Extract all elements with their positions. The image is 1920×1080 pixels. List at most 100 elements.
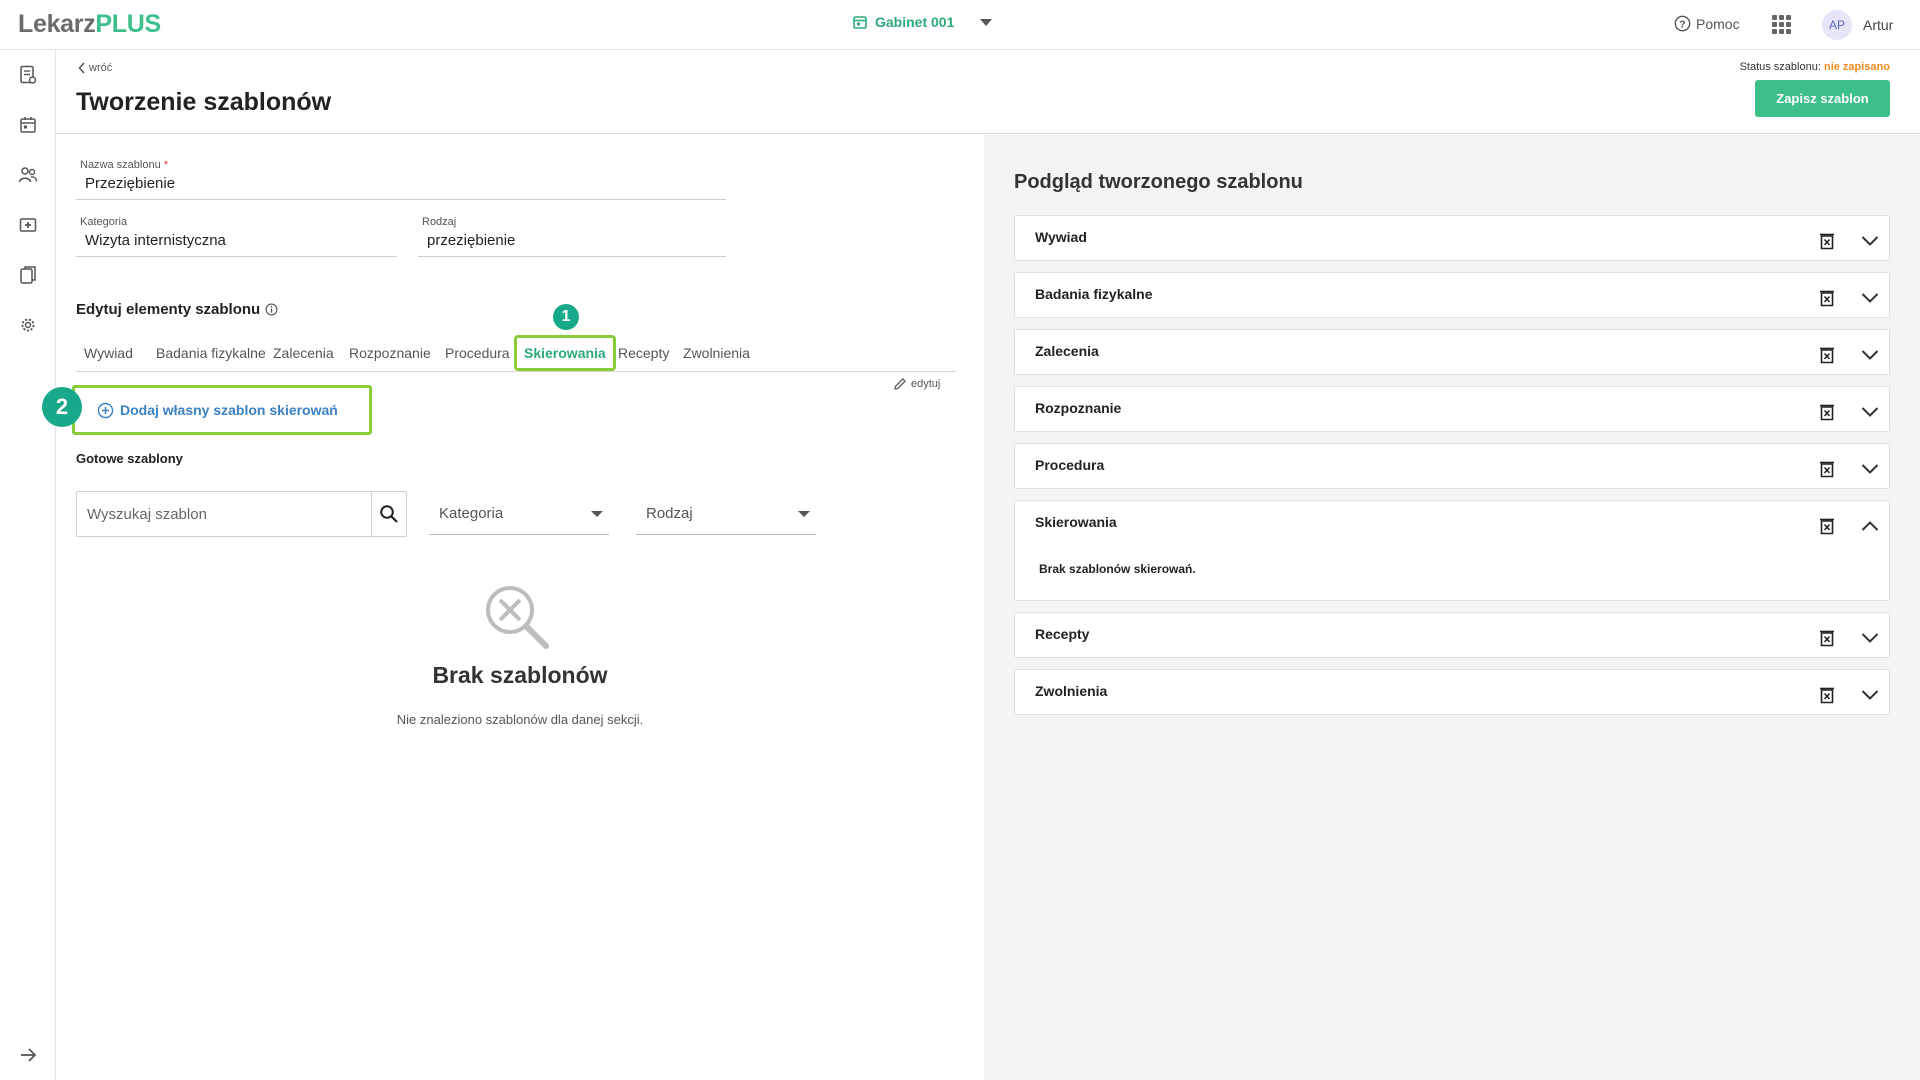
delete-icon[interactable] bbox=[1819, 346, 1835, 364]
avatar[interactable]: AP bbox=[1822, 10, 1852, 40]
tab-recepty[interactable]: Recepty bbox=[618, 335, 669, 371]
chevron-down-icon bbox=[798, 511, 810, 517]
chevron-up-icon[interactable] bbox=[1861, 519, 1879, 531]
preview-section-rozpoznanie[interactable]: Rozpoznanie bbox=[1014, 386, 1890, 432]
search-icon bbox=[380, 505, 398, 523]
copy-icon[interactable] bbox=[17, 264, 39, 286]
calendar-icon bbox=[853, 16, 867, 29]
empty-state-subtitle: Nie znaleziono szablonów dla danej sekcj… bbox=[396, 712, 644, 727]
back-link[interactable]: wróć bbox=[78, 62, 112, 74]
delete-icon[interactable] bbox=[1819, 686, 1835, 704]
template-name-field[interactable]: Nazwa szablonu * Przeziębienie bbox=[76, 155, 726, 200]
delete-icon[interactable] bbox=[1819, 517, 1835, 535]
category-value: Wizyta internistyczna bbox=[85, 232, 226, 249]
preview-section-zalecenia[interactable]: Zalecenia bbox=[1014, 329, 1890, 375]
arrow-right-icon[interactable] bbox=[17, 1044, 39, 1066]
help-link[interactable]: ? Pomoc bbox=[1674, 15, 1740, 32]
info-icon[interactable] bbox=[265, 303, 278, 316]
delete-icon[interactable] bbox=[1819, 289, 1835, 307]
preview-section-title: Zalecenia bbox=[1035, 343, 1099, 359]
chevron-down-icon[interactable] bbox=[1861, 234, 1879, 246]
preview-section-wywiad[interactable]: Wywiad bbox=[1014, 215, 1890, 261]
gear-icon[interactable] bbox=[17, 314, 39, 336]
edit-label: edytuj bbox=[911, 378, 941, 390]
template-search-input[interactable]: Wyszukaj szablon bbox=[76, 491, 407, 537]
sidebar bbox=[0, 50, 56, 1080]
preview-section-title: Rozpoznanie bbox=[1035, 400, 1122, 416]
back-label: wróć bbox=[89, 62, 113, 74]
edit-link[interactable]: edytuj bbox=[893, 377, 940, 391]
delete-icon[interactable] bbox=[1819, 629, 1835, 647]
delete-icon[interactable] bbox=[1819, 232, 1835, 250]
tab-rozpoznanie[interactable]: Rozpoznanie bbox=[349, 335, 431, 371]
cabinet-selector[interactable]: Gabinet 001 bbox=[853, 14, 993, 30]
preview-section-title: Badania fizykalne bbox=[1035, 286, 1153, 302]
preview-section-title: Recepty bbox=[1035, 626, 1090, 642]
user-name[interactable]: Artur bbox=[1863, 17, 1893, 33]
preview-section-zwolnienia[interactable]: Zwolnienia bbox=[1014, 669, 1890, 715]
chevron-down-icon[interactable] bbox=[1861, 462, 1879, 474]
chevron-down-icon[interactable] bbox=[1861, 631, 1879, 643]
template-name-label-text: Nazwa szablonu bbox=[80, 159, 161, 171]
preview-title: Podgląd tworzonego szablonu bbox=[1014, 171, 1303, 193]
preview-section-title: Skierowania bbox=[1035, 514, 1117, 530]
chevron-down-icon[interactable] bbox=[1861, 348, 1879, 360]
tab-badania-fizykalne[interactable]: Badania fizykalne bbox=[156, 335, 266, 371]
search-placeholder: Wyszukaj szablon bbox=[87, 506, 207, 523]
template-name-value: Przeziębienie bbox=[85, 175, 176, 192]
logo-part1: Lekarz bbox=[18, 10, 96, 38]
template-editor-panel: Nazwa szablonu * Przeziębienie Kategoria… bbox=[42, 135, 984, 1080]
step-marker-2: 2 bbox=[42, 387, 82, 427]
status-label: Status szablonu: bbox=[1739, 61, 1821, 73]
tab-skierowania[interactable]: Skierowania bbox=[514, 335, 616, 371]
chevron-down-icon[interactable] bbox=[1861, 405, 1879, 417]
help-label: Pomoc bbox=[1696, 15, 1740, 32]
svg-text:?: ? bbox=[1679, 18, 1685, 30]
kind-select[interactable]: Rodzaj bbox=[636, 491, 816, 535]
category-select-value: Kategoria bbox=[439, 505, 504, 522]
save-template-button[interactable]: Zapisz szablon bbox=[1755, 80, 1890, 117]
chevron-down-icon[interactable] bbox=[1861, 688, 1879, 700]
preview-section-title: Wywiad bbox=[1035, 229, 1087, 245]
tab-procedura[interactable]: Procedura bbox=[445, 335, 510, 371]
category-field[interactable]: Kategoria Wizyta internistyczna bbox=[76, 212, 397, 257]
preview-section-title: Procedura bbox=[1035, 457, 1105, 473]
delete-icon[interactable] bbox=[1819, 460, 1835, 478]
add-own-template-button[interactable]: Dodaj własny szablon skierowań bbox=[72, 385, 372, 435]
category-select[interactable]: Kategoria bbox=[429, 491, 609, 535]
page-title: Tworzenie szablonów bbox=[76, 88, 332, 116]
top-bar: LekarzPLUS Gabinet 001 ? Pomoc AP Artur bbox=[0, 0, 1920, 50]
calendar-icon[interactable] bbox=[17, 114, 39, 136]
empty-state-title: Brak szablonów bbox=[432, 662, 608, 688]
kind-label: Rodzaj bbox=[422, 216, 457, 228]
help-icon: ? bbox=[1674, 15, 1691, 32]
apps-grid-icon[interactable] bbox=[1772, 15, 1791, 34]
category-label: Kategoria bbox=[80, 216, 128, 228]
step-marker-1: 1 bbox=[553, 304, 579, 330]
kind-select-value: Rodzaj bbox=[646, 505, 693, 522]
users-icon[interactable] bbox=[17, 164, 39, 186]
chevron-down-icon[interactable] bbox=[1861, 291, 1879, 303]
edit-elements-title: Edytuj elementy szablonu bbox=[76, 301, 278, 318]
tab-zwolnienia[interactable]: Zwolnienia bbox=[683, 335, 750, 371]
logo-part2: PLUS bbox=[95, 10, 161, 38]
tab-wywiad[interactable]: Wywiad bbox=[84, 335, 133, 371]
kind-value: przeziębienie bbox=[427, 232, 516, 249]
preview-section-recepty[interactable]: Recepty bbox=[1014, 612, 1890, 658]
cabinet-name: Gabinet 001 bbox=[875, 14, 955, 30]
app-logo[interactable]: LekarzPLUS bbox=[18, 10, 161, 39]
search-button[interactable] bbox=[371, 492, 406, 536]
tab-zalecenia[interactable]: Zalecenia bbox=[273, 335, 334, 371]
kind-field[interactable]: Rodzaj przeziębienie bbox=[418, 212, 726, 257]
ready-templates-title: Gotowe szablony bbox=[76, 451, 183, 466]
template-name-label: Nazwa szablonu * bbox=[80, 159, 168, 171]
preview-section-skierowania[interactable]: Skierowania Brak szablonów skierowań. bbox=[1014, 500, 1890, 601]
plus-circle-icon bbox=[97, 402, 114, 418]
medical-kit-icon[interactable] bbox=[17, 214, 39, 236]
delete-icon[interactable] bbox=[1819, 403, 1835, 421]
add-own-label: Dodaj własny szablon skierowań bbox=[120, 402, 338, 418]
document-list-icon[interactable] bbox=[17, 64, 39, 86]
chevron-down-icon[interactable] bbox=[980, 18, 993, 26]
preview-section-procedura[interactable]: Procedura bbox=[1014, 443, 1890, 489]
preview-section-badania-fizykalne[interactable]: Badania fizykalne bbox=[1014, 272, 1890, 318]
